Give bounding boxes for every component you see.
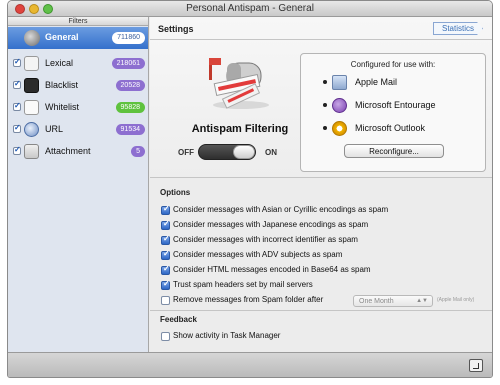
toggle-knob [233,145,255,159]
option-incorrect-identifier[interactable]: Consider messages with incorrect identif… [161,234,491,247]
feedback-title: Feedback [160,315,197,324]
filter-enabled-checkbox[interactable] [13,101,21,111]
general-gear-icon [24,30,40,46]
url-globe-icon [24,122,39,137]
option-checkbox[interactable] [161,234,170,245]
divider [150,310,492,311]
app-entry-entourage: Microsoft Entourage [323,97,483,115]
bullet [323,126,327,130]
sidebar-item-blacklist[interactable]: Blacklist 20528 [8,76,148,96]
filter-enabled-checkbox[interactable] [13,123,21,133]
count-badge: 218061 [111,58,145,69]
option-trust-headers[interactable]: Trust spam headers set by mail servers [161,279,491,292]
antispam-toggle[interactable] [198,144,256,160]
toggle-on-label: ON [265,148,277,157]
sidebar-item-label: Blacklist [45,80,79,90]
configured-clients-box: Configured for use with: Apple Mail Micr… [300,53,486,172]
sidebar-item-label: Whitelist [45,102,80,112]
attachment-paperclip-icon [24,144,39,159]
option-html-base64[interactable]: Consider HTML messages encoded in Base64… [161,264,491,277]
apple-mail-only-note: (Apple Mail only) [437,297,475,303]
lexical-document-icon [24,56,39,71]
apple-mail-icon [332,75,347,90]
sidebar-item-label: Lexical [45,58,74,68]
filter-enabled-checkbox[interactable] [13,145,21,155]
filters-sidebar: Filters General 711860 Lexical 218061 Bl… [8,17,149,352]
spam-mailbox-icon [209,58,269,109]
option-label: Trust spam headers set by mail servers [173,280,313,289]
bullet [323,80,327,84]
toggle-off-label: OFF [178,148,194,157]
option-checkbox[interactable] [161,279,170,290]
bottom-bar [8,352,492,377]
option-checkbox[interactable] [161,204,170,215]
count-badge: 711860 [112,32,145,44]
option-remove-spam[interactable]: Remove messages from Spam folder after O… [161,295,491,307]
bullet [323,103,327,107]
option-label: Consider messages with Asian or Cyrillic… [173,205,389,214]
app-entry-apple-mail: Apple Mail [323,74,483,92]
filter-enabled-checkbox[interactable] [13,79,21,89]
settings-title: Settings [158,24,194,34]
remove-after-select[interactable]: One Month ▲▼ [353,295,433,307]
statistics-button[interactable]: Statistics [433,22,483,35]
app-name: Microsoft Entourage [355,100,436,110]
option-label: Consider messages with incorrect identif… [173,235,358,244]
option-japanese[interactable]: Consider messages with Japanese encoding… [161,219,491,232]
sidebar-item-attachment[interactable]: Attachment 5 [8,142,148,162]
select-value: One Month [359,298,394,305]
option-label: Consider messages with Japanese encoding… [173,220,369,229]
option-label: Consider HTML messages encoded in Base64… [173,265,371,274]
app-window: Personal Antispam - General Filters Gene… [7,0,493,378]
option-adv-subjects[interactable]: Consider messages with ADV subjects as s… [161,249,491,262]
outlook-icon [332,121,347,136]
app-entry-outlook: Microsoft Outlook [323,120,483,138]
app-name: Microsoft Outlook [355,123,426,133]
antispam-filtering-title: Antispam Filtering [191,123,289,135]
sidebar-item-label: URL [45,124,64,134]
sidebar-item-whitelist[interactable]: Whitelist 95828 [8,98,148,118]
option-label: Remove messages from Spam folder after [173,295,324,304]
filter-enabled-checkbox[interactable] [13,57,21,67]
sidebar-item-label: Attachment [45,146,91,156]
options-title: Options [160,188,191,197]
option-checkbox[interactable] [161,296,170,305]
count-badge: 91534 [115,124,145,135]
settings-panel: Settings Statistics Antispam Filtering O… [150,17,492,177]
sidebar-header: Filters [8,17,148,26]
exit-icon[interactable] [469,359,483,372]
blacklist-icon [24,78,39,93]
app-name: Apple Mail [355,77,398,87]
sidebar-item-url[interactable]: URL 91534 [8,120,148,140]
sidebar-item-general[interactable]: General 711860 [8,27,148,49]
option-asian-cyrillic[interactable]: Consider messages with Asian or Cyrillic… [161,204,491,217]
option-checkbox[interactable] [161,249,170,260]
option-checkbox[interactable] [161,219,170,230]
reconfigure-button[interactable]: Reconfigure... [344,144,444,158]
window-title: Personal Antispam - General [186,3,314,14]
entourage-icon [332,98,347,113]
count-badge: 95828 [115,102,145,113]
select-arrows-icon: ▲▼ [416,298,428,304]
options-panel: Options Consider messages with Asian or … [150,177,492,352]
whitelist-icon [24,100,39,115]
option-label: Consider messages with ADV subjects as s… [173,250,343,259]
count-badge: 20528 [115,80,145,91]
option-label: Show activity in Task Manager [173,331,281,340]
configured-title: Configured for use with: [350,60,436,69]
option-show-activity[interactable]: Show activity in Task Manager [161,331,491,343]
count-badge: 5 [131,146,145,157]
title-bar[interactable]: Personal Antispam - General [8,1,492,17]
divider [150,39,492,40]
sidebar-item-label: General [45,32,79,42]
option-checkbox[interactable] [161,332,170,341]
sidebar-item-lexical[interactable]: Lexical 218061 [8,54,148,74]
divider [150,177,492,178]
option-checkbox[interactable] [161,264,170,275]
